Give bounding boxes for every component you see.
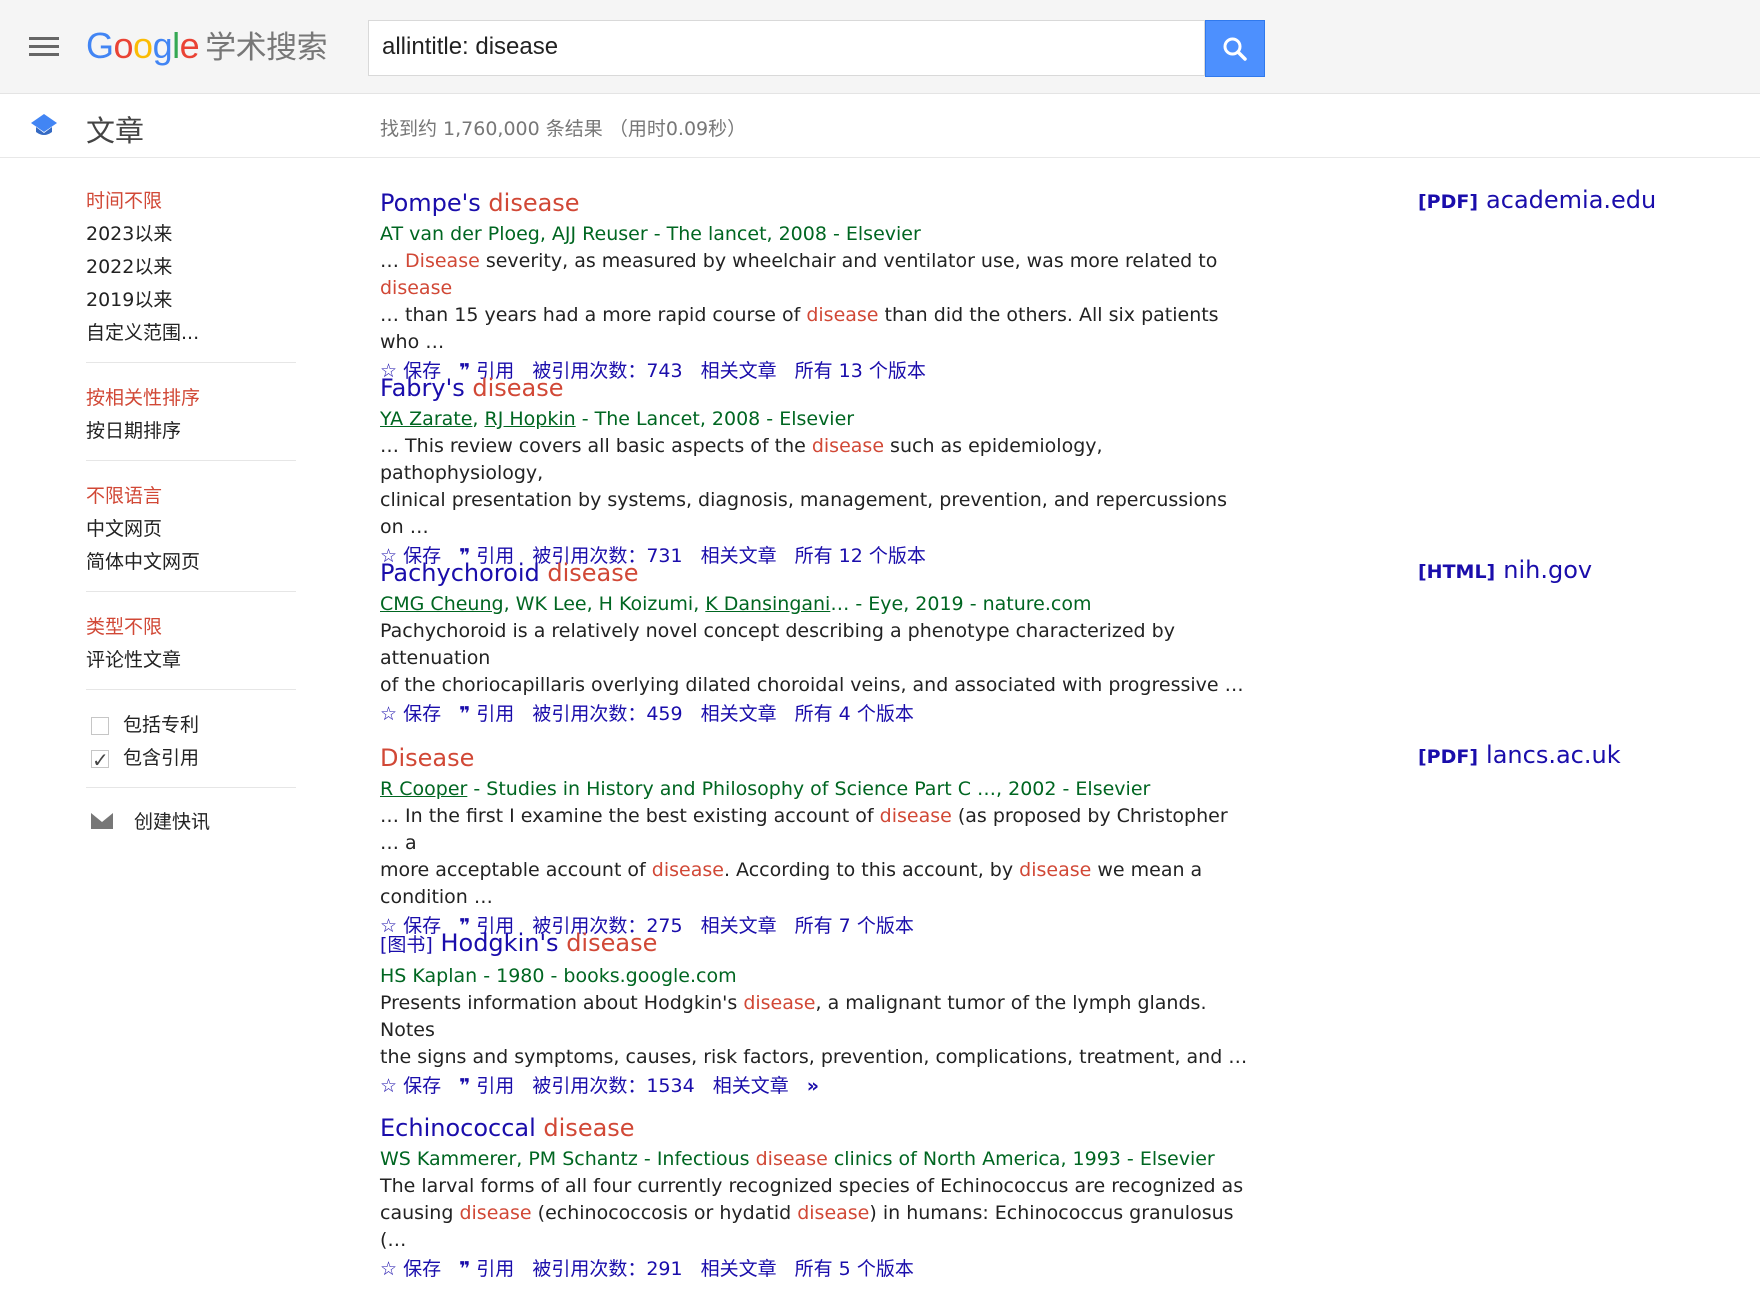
result-title-link[interactable]: Fabry's disease	[380, 371, 1250, 405]
result-item: Pachychoroid disease CMG Cheung, WK Lee, …	[380, 556, 1250, 741]
filter-since-2022[interactable]: 2022以来	[86, 251, 296, 284]
result-title-link[interactable]: [图书] Hodgkin's disease	[380, 926, 1250, 962]
google-scholar-logo[interactable]: Google 学术搜索	[86, 22, 328, 67]
result-snippet: The larval forms of all four currently r…	[380, 1175, 1244, 1251]
create-alert-link[interactable]: 创建快讯	[86, 807, 296, 834]
result-authors: R Cooper - Studies in History and Philos…	[380, 778, 1151, 800]
save-link[interactable]: ☆ 保存	[380, 703, 441, 725]
sort-by-date[interactable]: 按日期排序	[86, 415, 296, 448]
results-subbar	[0, 94, 1760, 158]
language-group: 不限语言 中文网页 简体中文网页	[86, 480, 296, 592]
result-item: Pompe's disease AT van der Ploeg, AJJ Reu…	[380, 186, 1250, 382]
time-filter-group: 时间不限 2023以来 2022以来 2019以来 自定义范围...	[86, 185, 296, 363]
fulltext-source-link[interactable]: [PDF] lancs.ac.uk	[1418, 741, 1621, 769]
result-authors: CMG Cheung, WK Lee, H Koizumi, K Dansing…	[380, 593, 1092, 615]
lang-chinese-pages[interactable]: 中文网页	[86, 513, 296, 546]
result-snippet: … This review covers all basic aspects o…	[380, 435, 1228, 538]
quote-icon: ❞	[459, 703, 471, 725]
hamburger-menu-icon[interactable]	[29, 37, 59, 57]
fulltext-source-link[interactable]: [HTML] nih.gov	[1418, 556, 1592, 584]
result-item: Fabry's disease YA Zarate, RJ Hopkin - Th…	[380, 371, 1250, 567]
search-button[interactable]	[1205, 20, 1265, 77]
book-tag: [图书]	[380, 934, 433, 956]
result-item: Echinococcal disease WS Kammerer, PM Scha…	[380, 1111, 1250, 1296]
section-articles[interactable]: 文章	[86, 108, 144, 150]
result-snippet: … Disease severity, as measured by wheel…	[380, 250, 1219, 353]
graduation-cap-icon	[31, 114, 57, 135]
result-authors: WS Kammerer, PM Schantz - Infectious dis…	[380, 1148, 1215, 1170]
related-articles-link[interactable]: 相关文章	[713, 1075, 789, 1097]
cite-link[interactable]: ❞ 引用	[459, 703, 514, 725]
filter-since-2023[interactable]: 2023以来	[86, 218, 296, 251]
result-title-link[interactable]: Pompe's disease	[380, 186, 1250, 220]
result-item: [图书] Hodgkin's disease HS Kaplan - 1980 -…	[380, 926, 1250, 1111]
save-link[interactable]: ☆ 保存	[380, 1075, 441, 1097]
cite-link[interactable]: ❞ 引用	[459, 1258, 514, 1280]
filter-any-time[interactable]: 时间不限	[86, 185, 296, 218]
lang-any[interactable]: 不限语言	[86, 480, 296, 513]
fulltext-source-link[interactable]: [PDF] academia.edu	[1418, 186, 1656, 214]
top-bar: Google 学术搜索	[0, 0, 1760, 94]
options-group: 包括专利 包含引用	[86, 709, 296, 788]
result-title-link[interactable]: Pachychoroid disease	[380, 556, 1250, 590]
envelope-icon	[91, 812, 113, 829]
all-versions-link[interactable]: 所有 4 个版本	[795, 703, 914, 725]
save-link[interactable]: ☆ 保存	[380, 1258, 441, 1280]
all-versions-link[interactable]: 所有 5 个版本	[795, 1258, 914, 1280]
filter-custom-range[interactable]: 自定义范围...	[86, 317, 296, 350]
result-item: Disease R Cooper - Studies in History and…	[380, 741, 1250, 937]
sort-group: 按相关性排序 按日期排序	[86, 382, 296, 461]
citations-label: 包含引用	[123, 747, 200, 769]
result-authors: HS Kaplan - 1980 - books.google.com	[380, 965, 737, 987]
cite-link[interactable]: ❞ 引用	[459, 1075, 514, 1097]
related-articles-link[interactable]: 相关文章	[701, 1258, 777, 1280]
include-citations-option[interactable]: 包含引用	[86, 742, 296, 777]
include-patents-option[interactable]: 包括专利	[86, 709, 296, 742]
more-options-icon[interactable]: »	[807, 1075, 819, 1097]
result-snippet: Presents information about Hodgkin's dis…	[380, 992, 1248, 1068]
type-any[interactable]: 类型不限	[86, 611, 296, 644]
related-articles-link[interactable]: 相关文章	[701, 703, 777, 725]
cited-by-link[interactable]: 被引用次数：459	[532, 703, 682, 725]
type-review-articles[interactable]: 评论性文章	[86, 644, 296, 677]
lang-simplified-chinese[interactable]: 简体中文网页	[86, 546, 296, 579]
cited-by-link[interactable]: 被引用次数：291	[532, 1258, 682, 1280]
result-actions: ☆ 保存 ❞ 引用 被引用次数：1534 相关文章 »	[380, 1071, 1250, 1101]
search-input[interactable]	[369, 21, 1195, 73]
create-alert-label: 创建快讯	[134, 811, 211, 833]
result-title-link[interactable]: Disease	[380, 741, 1250, 775]
result-stats: 找到约 1,760,000 条结果 （用时0.09秒）	[380, 118, 747, 140]
results-list: Pompe's disease AT van der Ploeg, AJJ Reu…	[380, 186, 1250, 1296]
result-title-link[interactable]: Echinococcal disease	[380, 1111, 1250, 1145]
result-actions: ☆ 保存 ❞ 引用 被引用次数：459 相关文章 所有 4 个版本	[380, 699, 1250, 729]
citations-checkbox[interactable]	[91, 744, 109, 777]
filter-sidebar: 时间不限 2023以来 2022以来 2019以来 自定义范围... 按相关性排…	[86, 185, 296, 834]
patents-label: 包括专利	[123, 714, 200, 736]
result-authors: AT van der Ploeg, AJJ Reuser - The lance…	[380, 223, 921, 245]
cited-by-link[interactable]: 被引用次数：1534	[532, 1075, 694, 1097]
type-group: 类型不限 评论性文章	[86, 611, 296, 690]
filter-since-2019[interactable]: 2019以来	[86, 284, 296, 317]
sort-by-relevance[interactable]: 按相关性排序	[86, 382, 296, 415]
quote-icon: ❞	[459, 1258, 471, 1280]
search-icon	[1223, 37, 1247, 61]
quote-icon: ❞	[459, 1075, 471, 1097]
result-snippet: Pachychoroid is a relatively novel conce…	[380, 620, 1244, 696]
result-snippet: … In the first I examine the best existi…	[380, 805, 1228, 908]
patents-checkbox[interactable]	[91, 716, 109, 735]
search-box	[368, 20, 1205, 76]
result-authors: YA Zarate, RJ Hopkin - The Lancet, 2008 …	[380, 408, 855, 430]
